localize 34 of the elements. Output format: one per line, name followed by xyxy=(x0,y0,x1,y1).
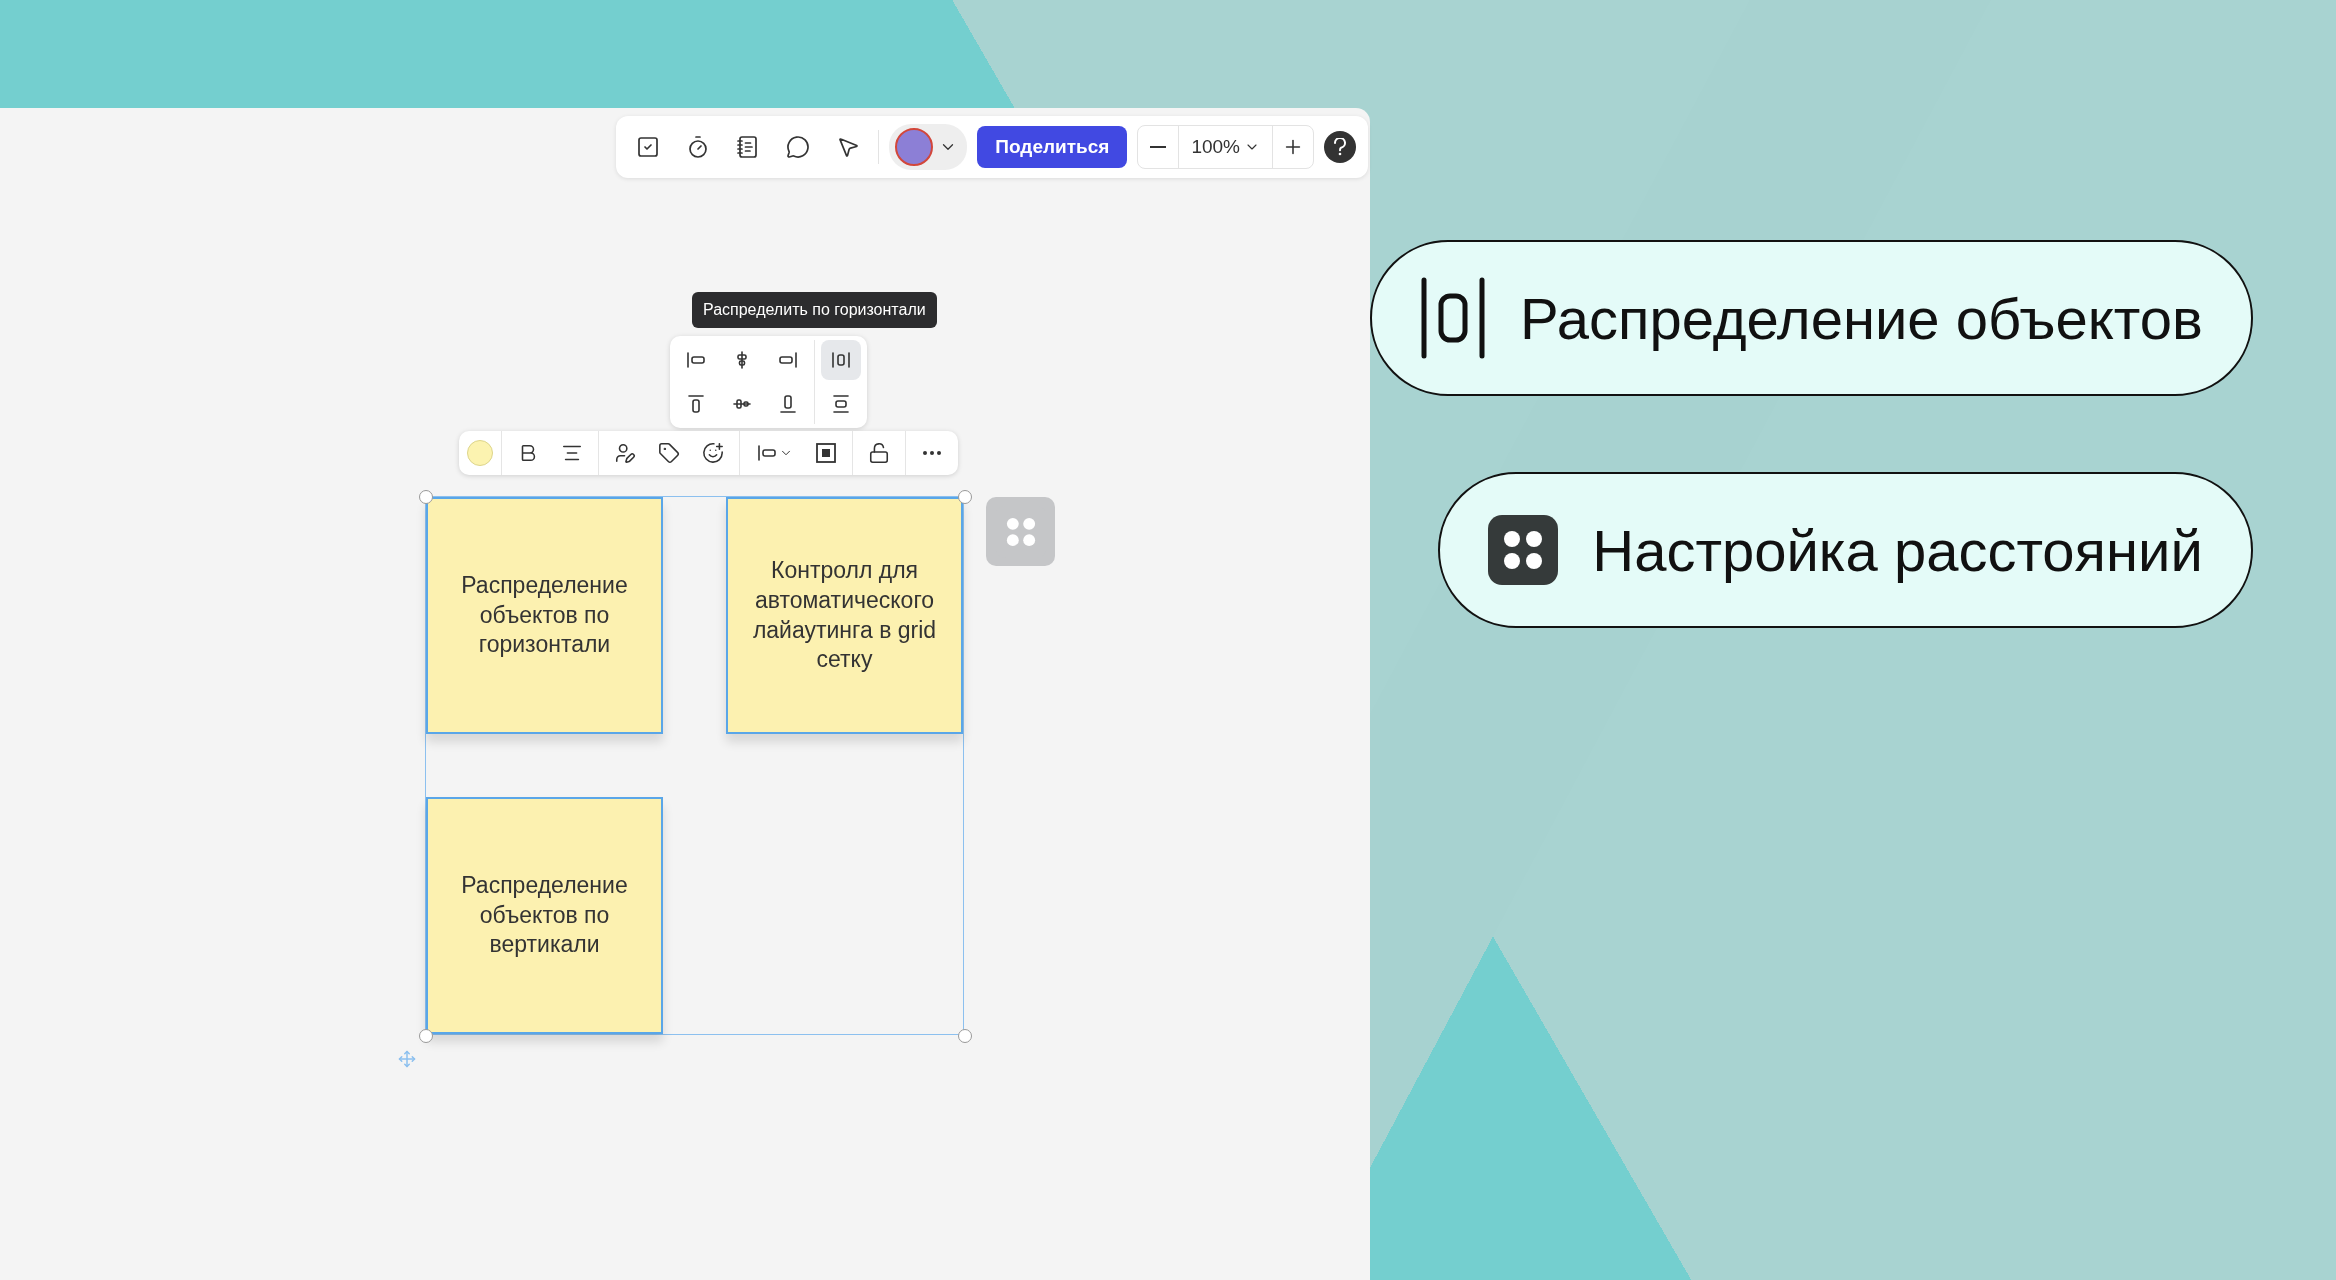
cursor-icon xyxy=(836,135,861,159)
distribute-horizontal-icon xyxy=(1420,276,1486,360)
feature-label: Настройка расстояний xyxy=(1592,516,2203,584)
sticky-note[interactable]: Распределение объектов по горизонтали xyxy=(426,497,663,734)
checkbox-icon xyxy=(636,135,661,159)
rotate-handle-icon[interactable] xyxy=(398,1050,416,1068)
align-option[interactable] xyxy=(821,340,861,380)
note-text: Распределение объектов по вертикали xyxy=(460,870,629,960)
tooltip: Распределить по горизонтали xyxy=(692,292,937,328)
question-mark-icon xyxy=(1333,138,1347,156)
help-button[interactable] xyxy=(1324,131,1356,163)
minus-icon xyxy=(1150,146,1167,148)
feature-label: Распределение объектов xyxy=(1520,284,2203,352)
avatar-button[interactable] xyxy=(889,124,968,170)
unlock-icon xyxy=(868,442,890,464)
sticky-note[interactable]: Распределение объектов по вертикали xyxy=(426,797,663,1034)
speech-bubble-icon xyxy=(786,135,811,159)
resize-handle[interactable] xyxy=(419,1029,433,1043)
note-text: Распределение объектов по горизонтали xyxy=(460,570,629,660)
four-dots-icon xyxy=(1488,515,1559,585)
sticky-note[interactable]: Контролл для автоматического лайаутинга в grid сетку xyxy=(726,497,963,734)
tag-icon xyxy=(658,442,680,464)
share-button[interactable]: Поделиться xyxy=(977,126,1128,168)
note-text: Контролл для автоматического лайаутинга в grid сетку xyxy=(751,555,938,675)
zoom-dropdown[interactable]: 100% xyxy=(1178,126,1273,168)
color-swatch[interactable] xyxy=(467,440,493,466)
frame-icon xyxy=(814,441,838,465)
resize-handle[interactable] xyxy=(419,490,433,504)
more-icon xyxy=(923,451,941,455)
avatar xyxy=(895,128,934,166)
user-pen-icon xyxy=(614,442,636,464)
resize-handle[interactable] xyxy=(958,1029,972,1043)
smile-plus-icon xyxy=(702,442,724,464)
resize-handle[interactable] xyxy=(958,490,972,504)
